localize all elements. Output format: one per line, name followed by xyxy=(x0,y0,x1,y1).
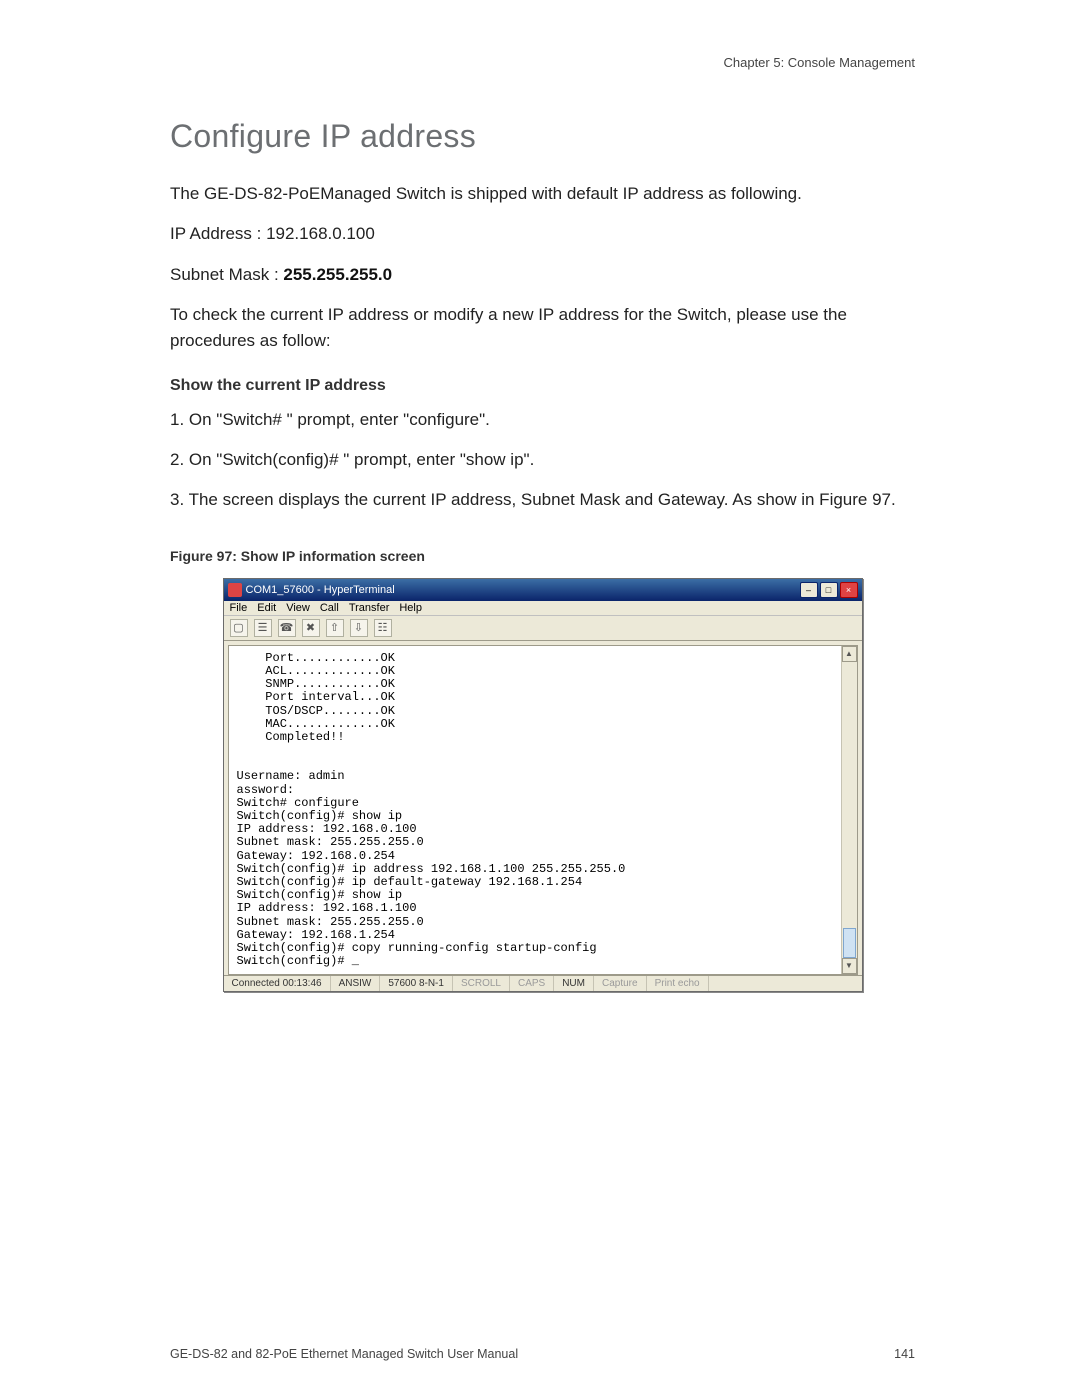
chapter-header: Chapter 5: Console Management xyxy=(170,55,915,70)
vertical-scrollbar[interactable]: ▲ ▼ xyxy=(841,646,857,974)
status-scroll: SCROLL xyxy=(453,976,510,991)
terminal-output: Port............OK ACL.............OK SN… xyxy=(229,646,857,973)
intro-paragraph: The GE-DS-82-PoEManaged Switch is shippe… xyxy=(170,181,915,207)
status-capture: Capture xyxy=(594,976,647,991)
status-print-echo: Print echo xyxy=(647,976,709,991)
status-num: NUM xyxy=(554,976,594,991)
subnet-mask-line: Subnet Mask : 255.255.255.0 xyxy=(170,262,915,288)
subnet-prefix: Subnet Mask : xyxy=(170,265,283,284)
step-3: 3. The screen displays the current IP ad… xyxy=(170,487,915,513)
figure-caption: Figure 97: Show IP information screen xyxy=(170,548,915,564)
scrollbar-up-icon[interactable]: ▲ xyxy=(842,646,857,662)
window-title: COM1_57600 - HyperTerminal xyxy=(246,584,395,596)
close-button[interactable]: × xyxy=(840,582,858,598)
send-icon[interactable]: ⇧ xyxy=(326,619,344,637)
ip-address-line: IP Address : 192.168.0.100 xyxy=(170,221,915,247)
step-2: 2. On "Switch(config)# " prompt, enter "… xyxy=(170,447,915,473)
disconnect-icon[interactable]: ✖ xyxy=(302,619,320,637)
properties-icon[interactable]: ☷ xyxy=(374,619,392,637)
menu-file[interactable]: File xyxy=(230,602,248,614)
window-titlebar[interactable]: COM1_57600 - HyperTerminal – □ × xyxy=(224,579,862,601)
status-bar: Connected 00:13:46 ANSIW 57600 8-N-1 SCR… xyxy=(224,975,862,991)
page-title: Configure IP address xyxy=(170,118,915,155)
connect-icon[interactable]: ☎ xyxy=(278,619,296,637)
page: Chapter 5: Console Management Configure … xyxy=(0,0,1080,1397)
app-icon xyxy=(228,583,242,597)
hyperterminal-window: COM1_57600 - HyperTerminal – □ × File Ed… xyxy=(223,578,863,992)
status-settings: 57600 8-N-1 xyxy=(380,976,453,991)
footer-manual-title: GE-DS-82 and 82-PoE Ethernet Managed Swi… xyxy=(170,1347,518,1361)
sub-heading: Show the current IP address xyxy=(170,377,915,395)
open-icon[interactable]: ☰ xyxy=(254,619,272,637)
receive-icon[interactable]: ⇩ xyxy=(350,619,368,637)
scrollbar-thumb[interactable] xyxy=(843,928,856,958)
terminal-area: Port............OK ACL.............OK SN… xyxy=(224,641,862,975)
status-caps: CAPS xyxy=(510,976,554,991)
menu-transfer[interactable]: Transfer xyxy=(349,602,390,614)
footer-page-number: 141 xyxy=(894,1347,915,1361)
menu-view[interactable]: View xyxy=(286,602,310,614)
toolbar: ▢ ☰ ☎ ✖ ⇧ ⇩ ☷ xyxy=(224,616,862,641)
instruction-paragraph: To check the current IP address or modif… xyxy=(170,302,915,355)
menu-help[interactable]: Help xyxy=(399,602,422,614)
status-connected: Connected 00:13:46 xyxy=(224,976,331,991)
step-1: 1. On "Switch# " prompt, enter "configur… xyxy=(170,407,915,433)
new-icon[interactable]: ▢ xyxy=(230,619,248,637)
terminal-viewport[interactable]: Port............OK ACL.............OK SN… xyxy=(228,645,858,975)
menu-call[interactable]: Call xyxy=(320,602,339,614)
menu-bar: File Edit View Call Transfer Help xyxy=(224,601,862,616)
minimize-button[interactable]: – xyxy=(800,582,818,598)
page-footer: GE-DS-82 and 82-PoE Ethernet Managed Swi… xyxy=(170,1347,915,1361)
menu-edit[interactable]: Edit xyxy=(257,602,276,614)
subnet-value: 255.255.255.0 xyxy=(283,265,392,284)
maximize-button[interactable]: □ xyxy=(820,582,838,598)
status-emulation: ANSIW xyxy=(331,976,381,991)
scrollbar-down-icon[interactable]: ▼ xyxy=(842,958,857,974)
